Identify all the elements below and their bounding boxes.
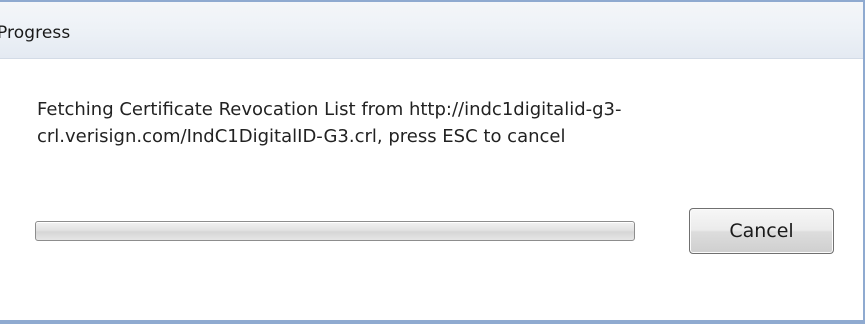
- progress-dialog: Progress Fetching Certificate Revocation…: [0, 0, 865, 324]
- progress-bar: [35, 221, 635, 241]
- dialog-title: Progress: [0, 23, 71, 43]
- status-message: Fetching Certificate Revocation List fro…: [37, 99, 622, 147]
- cancel-button[interactable]: Cancel: [689, 208, 834, 254]
- title-bar[interactable]: Progress: [0, 2, 863, 59]
